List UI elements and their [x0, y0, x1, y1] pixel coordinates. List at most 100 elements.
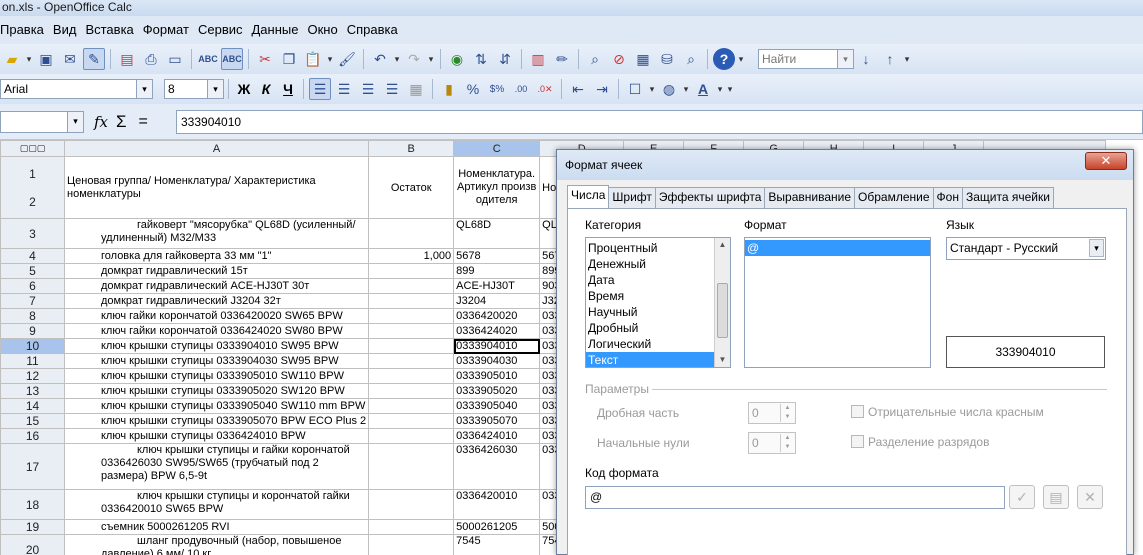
tab-cell-protection[interactable]: Защита ячейки	[961, 187, 1054, 208]
print-icon[interactable]: ⎙	[140, 48, 162, 70]
menu-edit[interactable]: Правка	[0, 16, 49, 44]
menu-insert[interactable]: Вставка	[81, 16, 138, 44]
row-header[interactable]: 6	[0, 278, 65, 294]
cell-stock[interactable]	[368, 428, 455, 444]
format-item[interactable]: @	[745, 240, 930, 256]
cell-article[interactable]: 0333904030	[453, 353, 541, 369]
close-icon[interactable]: ✕	[1085, 152, 1127, 170]
currency-format-icon[interactable]: ▮	[438, 78, 460, 100]
format-list[interactable]: @	[744, 237, 931, 368]
row-header[interactable]: 10	[0, 338, 65, 354]
row-header[interactable]: 17	[0, 443, 65, 490]
menu-format[interactable]: Формат	[139, 16, 194, 44]
font-color-icon[interactable]: A	[692, 78, 714, 100]
header-cell-b[interactable]: Остаток	[368, 156, 455, 219]
row-header[interactable]: 16	[0, 428, 65, 444]
find-next-icon[interactable]: ↓	[855, 48, 877, 70]
save-icon[interactable]: ▣	[35, 48, 57, 70]
cell-stock[interactable]	[368, 368, 455, 384]
italic-button[interactable]: К	[255, 78, 277, 100]
cell-article[interactable]: 0333904010	[453, 338, 541, 354]
tab-font[interactable]: Шрифт	[608, 187, 656, 208]
column-header-b[interactable]: B	[368, 140, 455, 157]
row-header-1-2[interactable]: 12	[0, 156, 65, 219]
row-header[interactable]: 8	[0, 308, 65, 324]
cell-article[interactable]: 0336426030	[453, 443, 541, 490]
row-header[interactable]: 13	[0, 383, 65, 399]
cell-name[interactable]: ключ крышки ступицы 0333904030 SW95 BPW	[63, 353, 370, 369]
cell-article[interactable]: 5000261205	[453, 519, 541, 535]
merge-cells-icon[interactable]: ▦	[405, 78, 427, 100]
redo-dropdown-icon[interactable]: ▾	[426, 54, 436, 65]
cell-name[interactable]: ключ крышки ступицы 0333905040 SW110 mm …	[63, 398, 370, 414]
delete-decimal-icon[interactable]: .0✕	[534, 78, 556, 100]
email-icon[interactable]: ✉	[59, 48, 81, 70]
menu-help[interactable]: Справка	[343, 16, 403, 44]
scroll-down-icon[interactable]: ▼	[715, 353, 730, 367]
find-replace-icon[interactable]: ⌕	[584, 48, 606, 70]
cell-stock[interactable]	[368, 293, 455, 309]
category-item[interactable]: Процентный	[586, 240, 714, 256]
open-icon[interactable]: ▰	[1, 48, 23, 70]
cell-stock[interactable]	[368, 278, 455, 294]
cell-article[interactable]: 7545	[453, 534, 541, 555]
cell-name[interactable]: ключ гайки корончатой 0336420020 SW65 BP…	[63, 308, 370, 324]
undo-dropdown-icon[interactable]: ▾	[392, 54, 402, 65]
find-previous-icon[interactable]: ↑	[879, 48, 901, 70]
cell-name[interactable]: ключ крышки ступицы 0336424010 BPW	[63, 428, 370, 444]
cell-article[interactable]: 0336420020	[453, 308, 541, 324]
zoom-icon[interactable]: ⌕	[680, 48, 702, 70]
standard-format-icon[interactable]: $%	[486, 78, 508, 100]
name-box[interactable]: ▾	[0, 110, 84, 133]
export-pdf-icon[interactable]: ▤	[116, 48, 138, 70]
cell-article[interactable]: 0336424020	[453, 323, 541, 339]
category-item[interactable]: Текст	[586, 352, 714, 367]
cell-name[interactable]: ключ крышки ступицы и гайки корончатой 0…	[63, 443, 370, 490]
cell-stock[interactable]	[368, 218, 455, 249]
cell-name[interactable]: домкрат гидравлический ACE-HJ30T 30т	[63, 278, 370, 294]
menu-view[interactable]: Вид	[49, 16, 82, 44]
row-header[interactable]: 3	[0, 218, 65, 249]
justify-icon[interactable]: ☰	[381, 78, 403, 100]
spinner-arrows-icon[interactable]: ▲ ▼	[780, 404, 794, 422]
background-color-dropdown-icon[interactable]: ▾	[681, 84, 691, 95]
language-select[interactable]: Стандарт - Русский ▾	[946, 237, 1106, 260]
column-header-a[interactable]: A	[63, 140, 370, 157]
decimal-places-spinner[interactable]: 0 ▲ ▼	[748, 402, 796, 424]
cell-name[interactable]: гайковерт "мясорубка" QL68D (усиленный/у…	[63, 218, 370, 249]
open-dropdown-icon[interactable]: ▾	[24, 54, 34, 65]
spinner-arrows-icon[interactable]: ▲ ▼	[780, 434, 794, 452]
cell-name[interactable]: съемник 5000261205 RVI	[63, 519, 370, 535]
borders-icon[interactable]: ☐	[624, 78, 646, 100]
cell-stock[interactable]	[368, 383, 455, 399]
copy-icon[interactable]: ❐	[278, 48, 300, 70]
cell-article[interactable]: 0333905070	[453, 413, 541, 429]
decrease-indent-icon[interactable]: ⇤	[567, 78, 589, 100]
cell-name[interactable]: ключ гайки корончатой 0336424020 SW80 BP…	[63, 323, 370, 339]
paste-icon[interactable]: 📋	[302, 48, 324, 70]
find-dropdown-icon[interactable]: ▾	[837, 50, 853, 68]
find-toolbar-options-icon[interactable]: ▾	[902, 54, 912, 65]
row-header[interactable]: 9	[0, 323, 65, 339]
cell-stock[interactable]	[368, 323, 455, 339]
cell-article[interactable]: ACE-HJ30T	[453, 278, 541, 294]
delete-icon[interactable]: ✕	[1077, 485, 1103, 509]
edit-comment-icon[interactable]: ▤	[1043, 485, 1069, 509]
page-preview-icon[interactable]: ▭	[164, 48, 186, 70]
tab-background[interactable]: Фон	[932, 187, 963, 208]
negative-red-checkbox[interactable]	[851, 405, 864, 418]
sum-icon[interactable]: Σ	[116, 112, 127, 132]
format-code-input[interactable]: @	[585, 486, 1005, 509]
function-icon[interactable]: =	[139, 113, 148, 131]
tab-font-effects[interactable]: Эффекты шрифта	[654, 187, 766, 208]
format-toolbar-options-icon[interactable]: ▾	[725, 84, 735, 95]
chart-icon[interactable]: ▥	[527, 48, 549, 70]
redo-icon[interactable]: ↷	[403, 48, 425, 70]
accept-icon[interactable]: ✓	[1009, 485, 1035, 509]
align-center-icon[interactable]: ☰	[333, 78, 355, 100]
header-cell-a[interactable]: Ценовая группа/ Номенклатура/ Характерис…	[63, 156, 370, 219]
cell-article[interactable]: 0333905020	[453, 383, 541, 399]
cell-name[interactable]: домкрат гидравлический J3204 32т	[63, 293, 370, 309]
corner-cell[interactable]: ▢▢▢	[0, 140, 65, 157]
undo-icon[interactable]: ↶	[369, 48, 391, 70]
